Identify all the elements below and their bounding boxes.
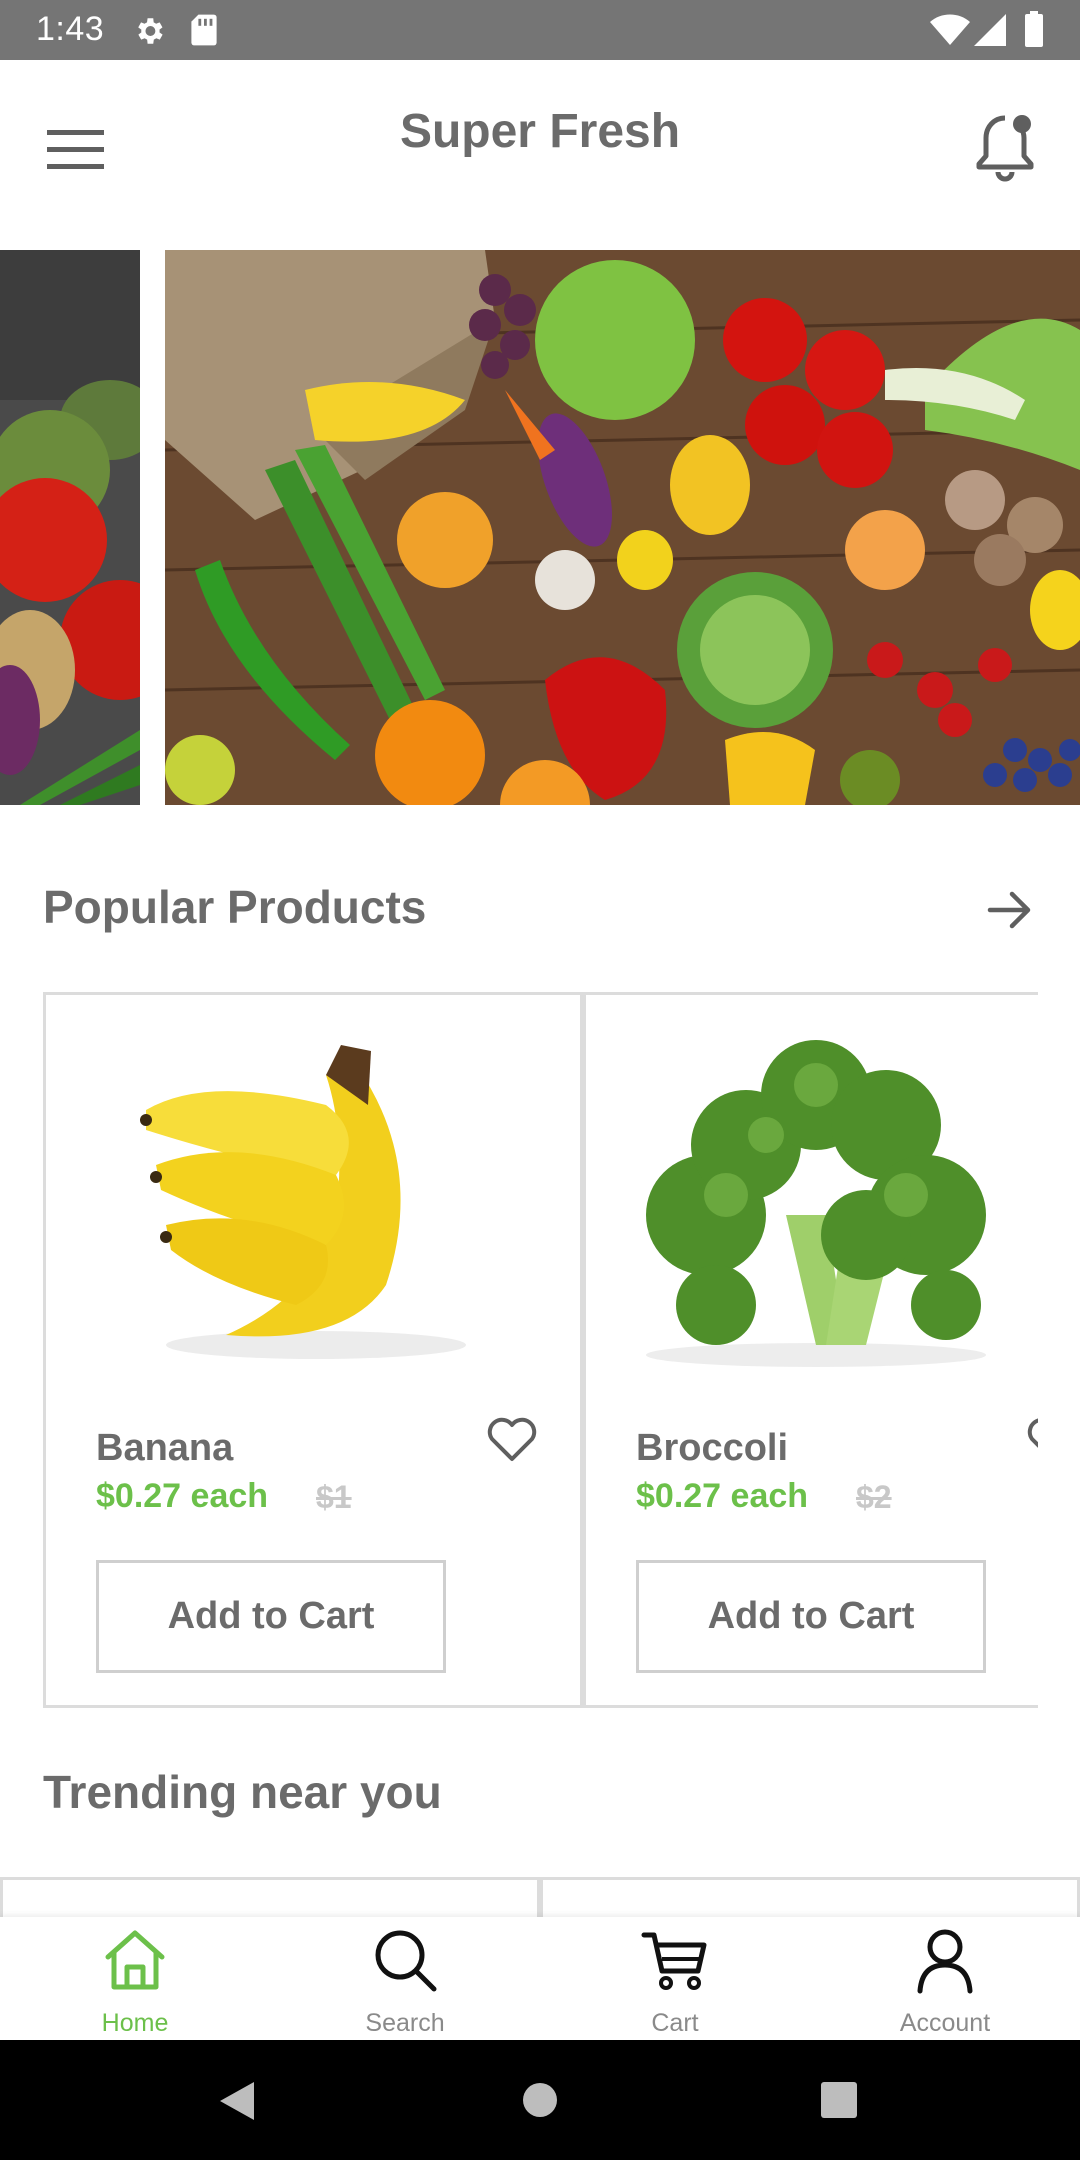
nav-home[interactable]: Home — [0, 1917, 270, 2040]
product-name: Broccoli — [636, 1427, 789, 1469]
sd-card-icon — [191, 14, 217, 46]
product-price: $0.27 each — [96, 1477, 269, 1515]
signal-icon — [974, 14, 1006, 46]
banana-image — [140, 1045, 466, 1359]
arrow-right-icon — [987, 891, 1031, 929]
nav-label: Account — [899, 2009, 991, 2037]
product-name: Banana — [96, 1427, 234, 1469]
nav-label: Home — [101, 2009, 169, 2037]
home-icon — [105, 1930, 165, 1990]
gear-icon — [138, 18, 163, 44]
product-old-price: $2 — [856, 1479, 892, 1515]
cart-icon — [641, 1932, 707, 1990]
nav-label: Cart — [651, 2009, 699, 2037]
favorite-button[interactable] — [484, 1415, 540, 1465]
search-icon — [375, 1930, 437, 1992]
vegetables-banner-image — [0, 250, 140, 805]
product-card-banana[interactable]: Banana $0.27 each $1 Add to Cart — [43, 992, 583, 1708]
banner-current-slide[interactable] — [165, 250, 1080, 805]
product-card-broccoli[interactable]: Broccoli $0.27 each $2 Add to Cart — [583, 992, 1038, 1708]
app-title: Super Fresh — [399, 105, 681, 158]
status-bar: 1:43 — [0, 0, 1080, 60]
recents-button[interactable] — [820, 2081, 858, 2124]
nav-cart[interactable]: Cart — [540, 1917, 810, 2040]
recents-square-icon — [821, 2082, 857, 2118]
account-icon — [917, 1929, 973, 1994]
battery-icon — [1025, 11, 1043, 47]
back-button[interactable] — [218, 2080, 256, 2127]
system-navigation-bar — [0, 2040, 1080, 2160]
broccoli-image — [646, 1040, 986, 1367]
wifi-icon — [930, 14, 970, 45]
notification-bell-icon — [976, 115, 1034, 182]
app-bar: Super Fresh — [0, 60, 1080, 210]
trending-title: Trending near you — [43, 1766, 442, 1818]
home-system-button[interactable] — [522, 2082, 558, 2123]
banner-previous-slide[interactable] — [0, 250, 140, 805]
add-to-cart-button[interactable]: Add to Cart — [96, 1560, 446, 1673]
back-triangle-icon — [220, 2082, 254, 2120]
nav-search[interactable]: Search — [270, 1917, 540, 2040]
status-time: 1:43 — [36, 10, 105, 48]
popular-products-title: Popular Products — [43, 881, 427, 933]
heart-icon — [1027, 1418, 1038, 1448]
bottom-navigation: Home Search Cart Account — [0, 1917, 1080, 2040]
heart-icon — [487, 1417, 537, 1461]
add-to-cart-button[interactable]: Add to Cart — [636, 1560, 986, 1673]
fresh-produce-banner-image — [165, 250, 1080, 805]
home-circle-icon — [523, 2083, 557, 2117]
nav-label: Search — [365, 2009, 445, 2037]
notifications-button[interactable] — [960, 100, 1050, 190]
favorite-button[interactable] — [1024, 1415, 1038, 1465]
product-old-price: $1 — [316, 1479, 352, 1515]
nav-account[interactable]: Account — [810, 1917, 1080, 2040]
see-all-popular-button[interactable] — [980, 880, 1040, 940]
product-price: $0.27 each — [636, 1477, 809, 1515]
